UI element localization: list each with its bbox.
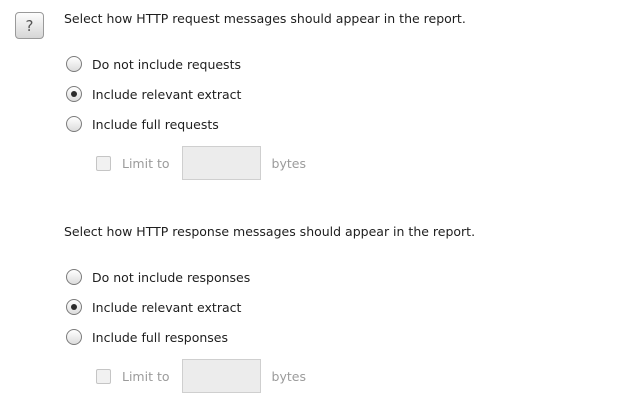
radio-label: Include relevant extract	[92, 299, 242, 315]
radio-full-responses[interactable]: Include full responses	[66, 328, 228, 346]
radio-label: Do not include responses	[92, 269, 251, 285]
help-icon: ?	[25, 16, 34, 35]
request-limit-row: Limit to bytes	[96, 146, 306, 180]
radio-label: Include relevant extract	[92, 86, 242, 102]
radio-indicator[interactable]	[66, 269, 82, 285]
radio-indicator[interactable]	[66, 86, 82, 102]
radio-indicator[interactable]	[66, 116, 82, 132]
request-limit-checkbox[interactable]	[96, 155, 111, 171]
bytes-unit-label: bytes	[271, 155, 306, 171]
radio-no-requests[interactable]: Do not include requests	[66, 55, 241, 73]
radio-label: Do not include requests	[92, 56, 241, 72]
radio-response-extract[interactable]: Include relevant extract	[66, 298, 241, 316]
bytes-unit-label: bytes	[271, 368, 306, 384]
limit-label: Limit to	[122, 155, 170, 171]
radio-indicator[interactable]	[66, 56, 82, 72]
radio-indicator[interactable]	[66, 329, 82, 345]
radio-no-responses[interactable]: Do not include responses	[66, 268, 250, 286]
request-limit-input[interactable]	[181, 146, 261, 180]
radio-label: Include full responses	[92, 329, 229, 345]
radio-label: Include full requests	[92, 116, 219, 132]
request-heading: Select how HTTP request messages should …	[64, 11, 466, 26]
response-heading: Select how HTTP response messages should…	[64, 224, 476, 239]
radio-indicator[interactable]	[66, 299, 82, 315]
limit-label: Limit to	[122, 368, 170, 384]
help-button[interactable]: ?	[15, 12, 44, 39]
radio-full-requests[interactable]: Include full requests	[66, 115, 219, 133]
response-limit-row: Limit to bytes	[96, 359, 306, 393]
response-limit-checkbox[interactable]	[96, 368, 111, 384]
radio-request-extract[interactable]: Include relevant extract	[66, 85, 241, 103]
response-limit-input[interactable]	[181, 359, 261, 393]
